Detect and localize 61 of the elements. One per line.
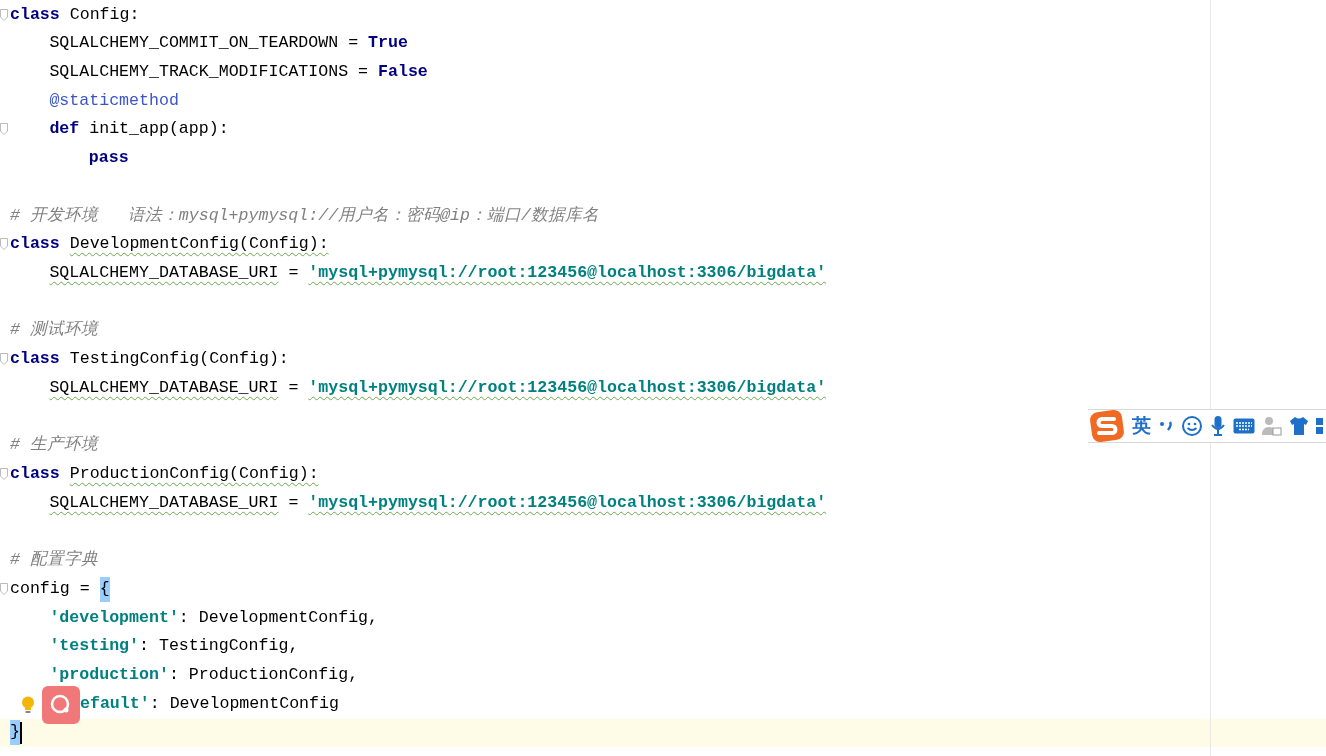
user-icon[interactable] (1262, 416, 1282, 436)
code-text: : ProductionConfig, (168, 664, 359, 687)
code-text: = (288, 376, 299, 399)
matched-brace: { (99, 576, 110, 602)
string-literal: 'production' (49, 664, 169, 687)
ime-logo-icon[interactable] (1089, 409, 1125, 443)
keyword: pass (88, 147, 129, 170)
floating-record-button[interactable] (42, 685, 80, 724)
code-text: SQLALCHEMY_DATABASE_URI (49, 376, 279, 399)
code-text: Config: (69, 3, 140, 26)
keyword: class (10, 233, 60, 256)
grid-icon[interactable] (1316, 417, 1324, 435)
fold-icon[interactable] (0, 8, 8, 21)
code-text: SQLALCHEMY_COMMIT_ON_TEARDOWN (49, 32, 339, 55)
code-text: = (288, 491, 299, 514)
code-comment: # 配置字典 (10, 549, 98, 572)
smiley-icon[interactable] (1181, 415, 1203, 437)
matched-brace: } (10, 720, 20, 746)
code-comment: # 生产环境 (10, 434, 98, 457)
shirt-icon[interactable] (1289, 416, 1309, 436)
keyword: False (378, 60, 428, 83)
code-text: : DevelopmentConfig, (178, 606, 378, 629)
fold-icon[interactable] (0, 468, 8, 481)
code-text: : DevelopmentConfig (149, 692, 339, 715)
fold-icon[interactable] (0, 123, 8, 136)
code-text: config (10, 577, 70, 600)
keyword: class (10, 3, 60, 26)
circle-icon (50, 693, 72, 716)
code-text: TestingConfig(Config): (69, 348, 289, 371)
microphone-icon[interactable] (1210, 415, 1226, 437)
string-literal: efault' (80, 692, 150, 715)
keyword: def (49, 118, 80, 141)
string-literal: 'testing' (49, 635, 139, 658)
code-comment: # 测试环境 (10, 319, 98, 342)
string-literal: 'mysql+pymysql://root:123456@localhost:3306/bigdata' (308, 491, 827, 514)
code-text: = (79, 577, 90, 600)
string-literal: 'mysql+pymysql://root:123456@localhost:3306/bigdata' (308, 376, 827, 399)
code-comment: # 开发环境 语法：mysql+pymysql://用户名：密码@ip：端口/数据库名 (10, 204, 599, 227)
keyword: class (10, 463, 60, 485)
code-text: = (288, 261, 299, 284)
keyboard-icon[interactable] (1233, 418, 1255, 434)
keyword: True (368, 32, 408, 55)
input-mode-toggle[interactable]: 英 (1132, 411, 1151, 441)
code-text: SQLALCHEMY_TRACK_MODIFICATIONS (49, 60, 349, 83)
decorator: @staticmethod (49, 89, 179, 112)
fold-icon[interactable] (0, 582, 8, 595)
string-literal: 'development' (49, 606, 179, 629)
code-text: ProductionConfig(Config): (69, 463, 319, 485)
code-text: DevelopmentConfig(Config): (69, 233, 329, 256)
fold-icon[interactable] (0, 238, 8, 251)
text-cursor (19, 721, 22, 744)
code-text: = (348, 32, 359, 55)
code-text: = (358, 60, 369, 83)
code-text: SQLALCHEMY_DATABASE_URI (49, 261, 279, 284)
code-text: init_app(app): (89, 118, 229, 141)
keyword: class (10, 348, 60, 371)
string-literal: 'mysql+pymysql://root:123456@localhost:3306/bigdata' (308, 261, 827, 284)
lightbulb-icon[interactable] (21, 695, 35, 714)
code-text: SQLALCHEMY_DATABASE_URI (49, 491, 279, 514)
code-text: : TestingConfig, (139, 635, 299, 658)
fold-icon[interactable] (0, 353, 8, 366)
